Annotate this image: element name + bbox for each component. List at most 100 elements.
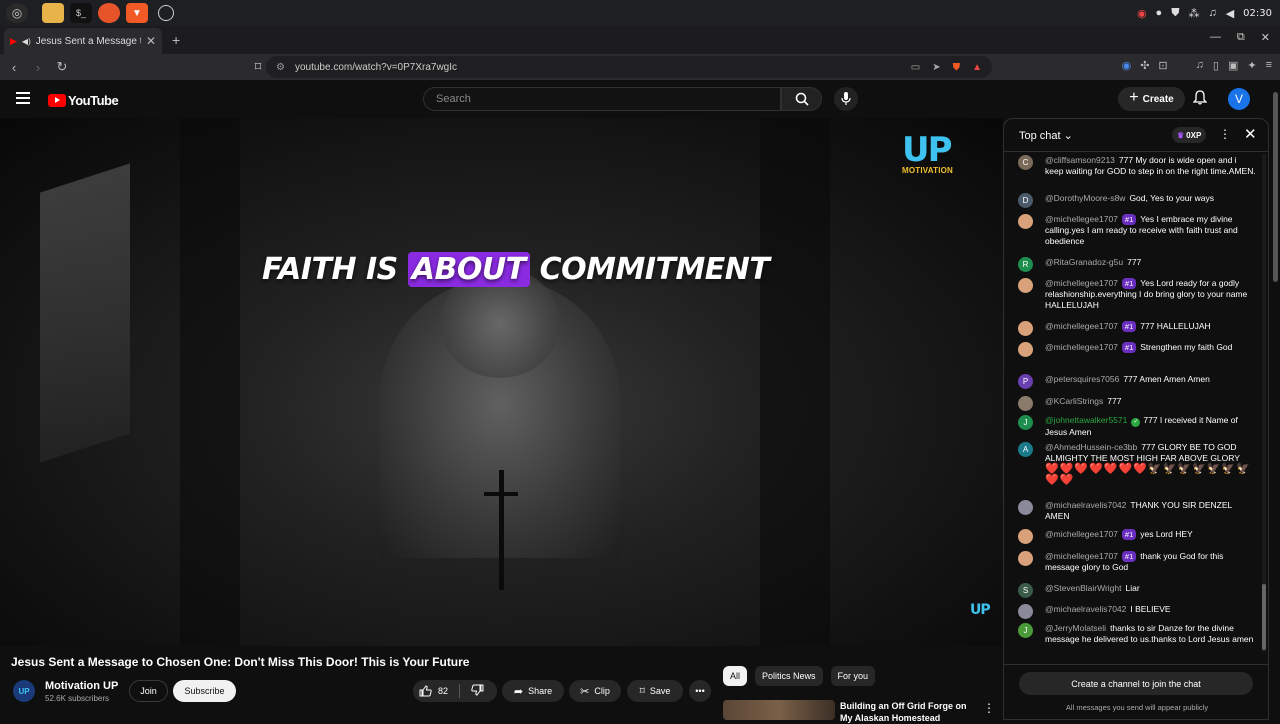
app-icon[interactable] (158, 5, 174, 21)
chat-author-avatar[interactable]: C (1018, 155, 1033, 170)
chat-author-avatar[interactable] (1018, 604, 1033, 619)
chat-author-avatar[interactable]: P (1018, 374, 1033, 389)
chip-for-you[interactable]: For you (830, 666, 876, 686)
terminal-icon[interactable]: $_ (70, 3, 92, 23)
chat-message[interactable]: @michellegee1707 #1 yes Lord HEY (1018, 529, 1258, 544)
channel-name[interactable]: Motivation UP (45, 680, 118, 692)
chat-author-avatar[interactable] (1018, 529, 1033, 544)
tab-youtube[interactable]: ▶ ◀) Jesus Sent a Message to C ✕ (4, 28, 162, 54)
forward-icon[interactable]: › (28, 60, 48, 75)
clock[interactable]: 02:30 (1243, 8, 1272, 19)
chat-author-avatar[interactable]: D (1018, 193, 1033, 208)
chat-author-name[interactable]: @michellegee1707 (1045, 278, 1118, 288)
chat-mode-dropdown[interactable]: Top chat ⌄ (1019, 129, 1073, 142)
update-icon[interactable]: ◉ (1137, 7, 1147, 20)
chip-politics-news[interactable]: Politics News (755, 666, 823, 686)
chat-message[interactable]: C @cliffsamson9213 777 My door is wide ope… (1018, 155, 1258, 177)
chat-author-name[interactable]: @AhmedHussein-ce3bb (1045, 442, 1137, 452)
voice-search-button[interactable] (834, 87, 858, 111)
send-icon[interactable]: ➤ (932, 62, 940, 73)
chat-author-name[interactable]: @JerryMolatseli (1045, 623, 1106, 633)
chat-message[interactable]: @michellegee1707 #1 Yes Lord ready for a g… (1018, 278, 1258, 311)
shield-icon[interactable]: ⛊ (1171, 7, 1179, 20)
chat-author-name[interactable]: @cliffsamson9213 (1045, 155, 1115, 165)
points-badge[interactable]: ♛ 0XP (1172, 127, 1207, 143)
chat-author-name[interactable]: @michaelravelis7042 (1045, 500, 1126, 510)
chat-author-name[interactable]: @DorothyMoore-s8w (1045, 193, 1125, 203)
chat-message[interactable]: R @RitaGranadoz-g5u 777 (1018, 257, 1258, 272)
chat-author-name[interactable]: @michellegee1707 (1045, 342, 1118, 352)
chat-message[interactable]: D @DorothyMoore-s8w God, Yes to your ways (1018, 193, 1258, 208)
leo-icon[interactable]: ✦ (1247, 59, 1256, 72)
files-icon[interactable] (42, 3, 64, 23)
recommendation-title[interactable]: Building an Off Grid Forge on My Alaskan… (840, 700, 980, 724)
notifications-bell-icon[interactable] (1192, 90, 1208, 108)
chat-author-avatar[interactable]: J (1018, 415, 1033, 430)
reload-icon[interactable]: ↻ (52, 59, 72, 75)
address-bar[interactable]: ⚙ youtube.com/watch?v=0P7Xra7wgIc ▭ ➤ ⛊ … (266, 56, 992, 78)
power-icon[interactable]: ● (1156, 7, 1163, 19)
clip-button[interactable]: ✂ Clip (569, 680, 621, 702)
volume-icon[interactable]: ◀ (1226, 7, 1234, 20)
media-icon[interactable]: ♫ (1196, 59, 1204, 72)
create-button[interactable]: + Create (1118, 87, 1185, 111)
extension-icon[interactable]: ◉ (1122, 59, 1132, 72)
subscribe-button[interactable]: Subscribe (173, 680, 236, 702)
restore-icon[interactable]: ⧉ (1237, 31, 1245, 44)
chat-author-name[interactable]: @RitaGranadoz-g5u (1045, 257, 1123, 267)
chat-message[interactable]: @KCarliStrings 777 (1018, 396, 1258, 411)
speaker-icon[interactable]: ◀) (22, 37, 31, 46)
more-vertical-icon[interactable]: ⋮ (983, 701, 995, 715)
chat-author-name[interactable]: @johnettawalker5571 (1045, 415, 1127, 425)
video-player[interactable]: UP MOTIVATION UP (0, 118, 1003, 646)
chat-author-name[interactable]: @michellegee1707 (1045, 551, 1118, 561)
chat-author-avatar[interactable] (1018, 500, 1033, 515)
chat-author-avatar[interactable]: R (1018, 257, 1033, 272)
hamburger-menu-icon[interactable] (16, 92, 30, 104)
chat-message[interactable]: @michellegee1707 #1 Strengthen my faith Go… (1018, 342, 1258, 357)
music-icon[interactable]: ♫ (1208, 7, 1216, 19)
chat-author-avatar[interactable]: J (1018, 623, 1033, 638)
create-channel-button[interactable]: Create a channel to join the chat (1019, 672, 1253, 695)
chat-close-icon[interactable]: ✕ (1244, 125, 1257, 143)
save-button[interactable]: ⌑ Save (627, 680, 683, 702)
chat-message[interactable]: J @johnettawalker5571 ✓ 777 I received it N… (1018, 415, 1258, 438)
chat-author-name[interactable]: @michellegee1707 (1045, 321, 1118, 331)
chat-author-avatar[interactable] (1018, 342, 1033, 357)
like-button[interactable]: 82 (419, 685, 448, 697)
chip-all[interactable]: All (723, 666, 748, 686)
sidebar-icon[interactable]: ▯ (1213, 59, 1219, 72)
close-window-icon[interactable]: ✕ (1261, 31, 1270, 44)
chat-message[interactable]: P @petersquires7056 777 Amen Amen Amen (1018, 374, 1258, 389)
recommendation-thumbnail[interactable] (723, 700, 835, 720)
chat-scrollbar-thumb[interactable] (1262, 584, 1266, 650)
chat-message[interactable]: @michellegee1707 #1 thank you God for this… (1018, 551, 1258, 573)
search-button[interactable] (781, 87, 822, 111)
chat-author-name[interactable]: @KCarliStrings (1045, 396, 1103, 406)
screenshot-icon[interactable]: ⊡ (1158, 59, 1167, 72)
chat-message[interactable]: J @JerryMolatseli thanks to sir Danze for … (1018, 623, 1258, 645)
chat-author-avatar[interactable] (1018, 214, 1033, 229)
cast-icon[interactable]: ▭ (911, 62, 920, 73)
chat-author-avatar[interactable] (1018, 278, 1033, 293)
chat-author-avatar[interactable] (1018, 396, 1033, 411)
chat-author-name[interactable]: @michaelravelis7042 (1045, 604, 1126, 614)
share-button[interactable]: ➦ Share (502, 680, 564, 702)
minimize-icon[interactable]: — (1210, 31, 1221, 44)
menu-icon[interactable]: ◎ (6, 3, 28, 23)
chat-message[interactable]: A @AhmedHussein-ce3bb 777 GLORY BE TO GOD … (1018, 442, 1258, 486)
brave-shield-icon[interactable]: ⛊ (953, 62, 961, 73)
chat-author-avatar[interactable] (1018, 321, 1033, 336)
chat-author-name[interactable]: @michellegee1707 (1045, 529, 1118, 539)
chat-message[interactable]: @michellegee1707 #1 777 HALLELUJAH (1018, 321, 1258, 336)
account-avatar[interactable]: V (1228, 88, 1250, 110)
youtube-logo[interactable]: YouTube (48, 93, 119, 108)
wallet-icon[interactable]: ▣ (1228, 59, 1238, 72)
chat-message[interactable]: @michaelravelis7042 I BELIEVE (1018, 604, 1258, 619)
chat-scrollbar[interactable] (1262, 154, 1266, 652)
network-icon[interactable]: ⁂ (1188, 7, 1199, 20)
more-actions-button[interactable]: ••• (689, 680, 711, 702)
chat-author-name[interactable]: @petersquires7056 (1045, 374, 1119, 384)
chat-author-avatar[interactable]: A (1018, 442, 1033, 457)
join-button[interactable]: Join (129, 680, 168, 702)
